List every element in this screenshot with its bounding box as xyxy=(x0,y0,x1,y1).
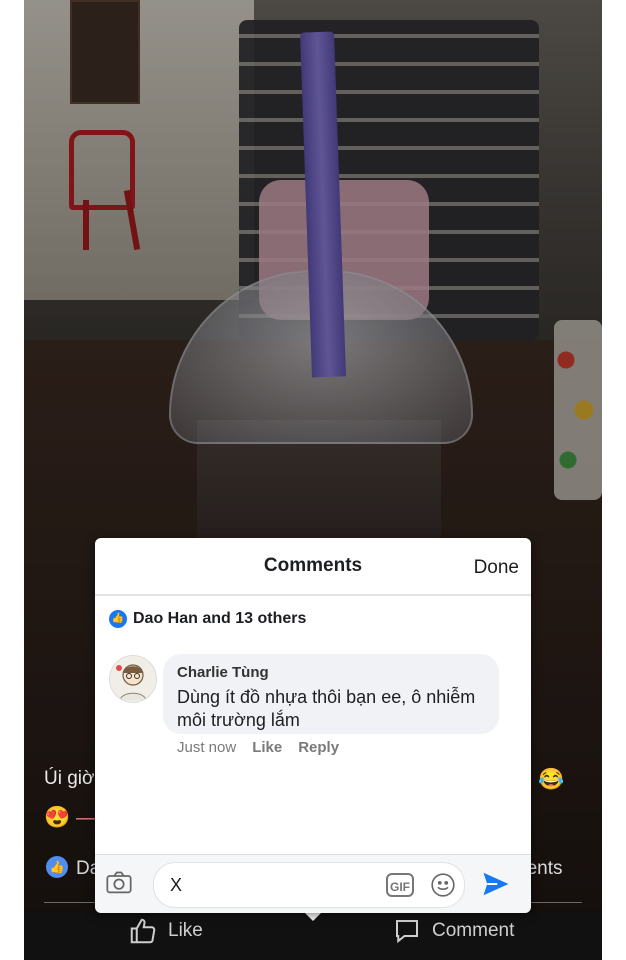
comment-composer: X GIF xyxy=(95,854,531,913)
comment-actions: Just now Like Reply xyxy=(177,739,339,756)
post-caption: Úi giờ xyxy=(44,768,95,789)
caption-line-2: 😍 — xyxy=(44,806,97,829)
speech-bubble-icon xyxy=(396,920,418,944)
thumbs-up-icon: 👍 xyxy=(46,856,68,878)
comment-like-button[interactable]: Like xyxy=(252,739,282,756)
comment-bubble[interactable]: Charlie Tùng Dùng ít đồ nhựa thôi bạn ee… xyxy=(163,654,499,734)
likes-summary[interactable]: 👍 Dao Han and 13 others xyxy=(109,610,306,628)
comment-input-value: X xyxy=(170,875,183,895)
comments-panel: Comments Done 👍 Dao Han and 13 others Ch… xyxy=(95,538,531,913)
comments-header: Comments Done xyxy=(95,538,531,596)
done-button[interactable]: Done xyxy=(474,557,519,579)
comment-author[interactable]: Charlie Tùng xyxy=(177,664,269,681)
likes-summary-text: Dao Han and 13 others xyxy=(133,610,307,627)
thumbs-up-icon xyxy=(130,918,156,944)
comment-reply-button[interactable]: Reply xyxy=(298,739,339,756)
emoji-icon[interactable] xyxy=(430,872,456,898)
avatar[interactable] xyxy=(109,655,157,703)
comment-timestamp: Just now xyxy=(177,739,237,756)
caption-emoji: 😂 xyxy=(538,768,565,791)
comment-text: Dùng ít đồ nhựa thôi bạn ee, ô nhiễm môi… xyxy=(177,687,476,730)
cartoon-avatar-icon xyxy=(116,664,147,701)
send-icon[interactable] xyxy=(481,869,511,899)
comment-input[interactable]: X GIF xyxy=(153,862,465,908)
post-like-button[interactable]: Like xyxy=(128,916,203,946)
gif-button[interactable]: GIF xyxy=(386,873,414,897)
like-reaction-icon: 👍 xyxy=(109,610,127,628)
post-like-label: Like xyxy=(168,920,203,941)
comments-title: Comments xyxy=(263,555,363,576)
camera-icon[interactable] xyxy=(105,869,133,897)
post-comment-label: Comment xyxy=(432,920,515,941)
post-comment-button[interactable]: Comment xyxy=(392,916,514,946)
